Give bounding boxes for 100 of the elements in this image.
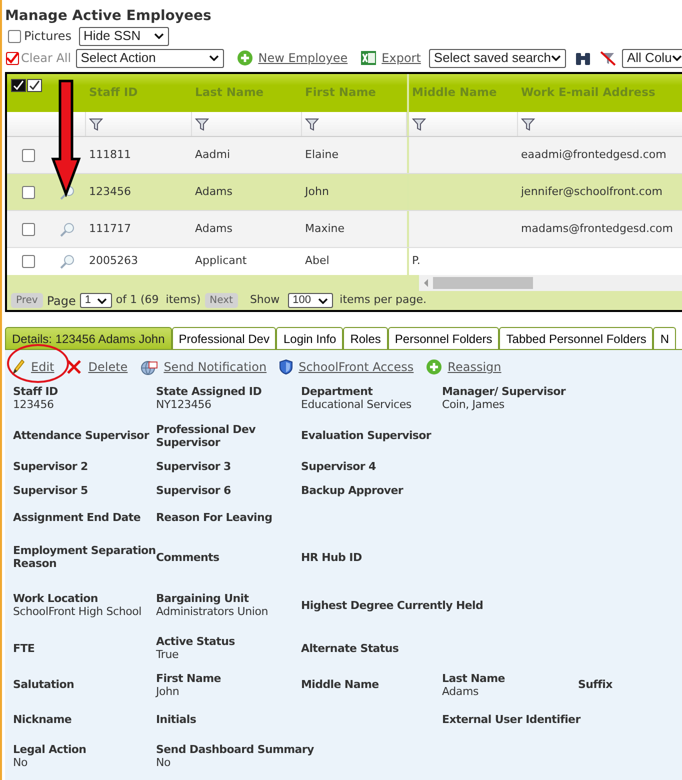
field-label: Employment Separation Reason (13, 544, 156, 570)
action-link[interactable]: Delete (66, 358, 128, 376)
field-label: Supervisor 4 (301, 460, 376, 472)
row-checkbox[interactable] (22, 255, 34, 268)
ssn-dropdown[interactable]: Hide SSN (78, 26, 169, 46)
tab[interactable]: Roles (343, 327, 388, 349)
table-cell-text: 2005263 (89, 253, 138, 270)
table-cell-text: Adams (195, 220, 233, 237)
page-title: Manage Active Employees (4, 7, 212, 26)
clear-all-checkbox[interactable] (6, 52, 19, 64)
plus-icon (426, 359, 442, 375)
action-link[interactable]: Edit (11, 358, 54, 376)
field-label: FTE (13, 642, 36, 654)
tab[interactable]: Login Info (276, 327, 344, 349)
grid-row[interactable]: 123456 Adams John jennifer@schoolfront.com (7, 174, 682, 211)
field-value: True (156, 648, 180, 661)
field-label: Reason For Leaving (156, 510, 272, 524)
grid-row[interactable]: 111811 Aadmi Elaine eaadmi@frontedgesd.com (7, 137, 682, 174)
table-cell-text: John (305, 184, 329, 200)
chevron-down-icon (154, 33, 164, 39)
toolbar-link[interactable]: New Employee (237, 49, 348, 67)
chevron-down-icon (551, 55, 561, 61)
filter-button[interactable] (521, 117, 535, 131)
field-label: Salutation (13, 678, 76, 691)
row-checkbox[interactable] (22, 222, 34, 236)
action-link[interactable]: Send Notification (140, 358, 267, 376)
chevron-down-icon (672, 55, 682, 61)
magnifier-icon (60, 222, 75, 236)
toolbar-link[interactable]: Export (360, 49, 421, 67)
table-cell-text: Elaine (305, 146, 339, 163)
pager-label: Page (46, 292, 76, 310)
magnifier-icon (60, 254, 75, 269)
field-label: Supervisor 3 (156, 460, 232, 472)
field-value: No (13, 756, 29, 768)
spreadsheet-icon (360, 50, 377, 66)
chevron-down-icon (96, 298, 107, 304)
tab[interactable]: N (653, 327, 676, 349)
filter-button[interactable] (305, 117, 319, 131)
field-label: Legal Action (13, 742, 88, 756)
x-icon (66, 359, 82, 375)
row-checkbox[interactable] (22, 148, 34, 162)
tab[interactable]: Tabbed Personnel Folders (499, 327, 654, 349)
table-cell-text: Aadmi (195, 146, 230, 163)
table-cell-text: 123456 (89, 184, 131, 200)
table-cell-text: Maxine (305, 220, 345, 237)
pager-text: items per page. (340, 292, 426, 308)
field-label: Supervisor 5 (13, 484, 89, 496)
row-checkbox[interactable] (22, 186, 34, 198)
filter-button[interactable] (89, 117, 103, 131)
table-cell-text: Applicant (195, 253, 247, 270)
field-label: Staff ID (13, 385, 59, 398)
tab[interactable]: Personnel Folders (388, 327, 500, 349)
table-cell-text: 111811 (89, 146, 131, 163)
field-label: Supervisor 2 (13, 460, 89, 472)
check-icon (6, 52, 19, 64)
action-link[interactable]: SchoolFront Access (278, 358, 414, 376)
filter-button[interactable] (412, 117, 426, 131)
table-cell-text: jennifer@schoolfront.com (521, 184, 662, 200)
grid-row[interactable]: 111717 Adams Maxine madams@frontedgesd.com (7, 211, 682, 248)
pencil-icon (11, 359, 25, 375)
table-cell-text: eaadmi@frontedgesd.com (521, 146, 666, 163)
saved-search-dropdown[interactable]: Select saved search (428, 48, 566, 68)
table-cell-text: Adams (195, 184, 233, 200)
horizontal-scrollbar[interactable] (417, 275, 682, 291)
field-value: NY123456 (156, 398, 212, 411)
tab[interactable]: Professional Dev (172, 327, 276, 349)
field-label: Alternate Status (301, 642, 399, 654)
field-label: Bargaining Unit (156, 592, 250, 605)
filter-icon (412, 117, 426, 131)
uncheck-all-icon (27, 79, 42, 92)
field-value: No (156, 756, 172, 768)
filter-icon (195, 117, 209, 131)
field-label: Send Dashboard Summary (156, 742, 314, 756)
field-label: Initials (156, 713, 198, 726)
check-all-icon (11, 79, 26, 92)
checkbox-label: Pictures (24, 28, 72, 45)
field-label: Work Location (13, 592, 99, 605)
columns-dropdown[interactable]: All Colu (622, 48, 682, 68)
pager-label: Show (250, 292, 280, 308)
field-label: Nickname (13, 713, 73, 726)
chevron-down-icon (209, 55, 220, 61)
action-link[interactable]: Reassign (426, 358, 502, 376)
action-dropdown[interactable]: Select Action (76, 48, 224, 68)
field-value: 123456 (13, 398, 55, 411)
tab[interactable]: Details: 123456 Adams John (5, 327, 172, 349)
page-dropdown[interactable]: 1 (80, 293, 112, 308)
field-label: Department (301, 385, 374, 398)
field-value: John (156, 684, 180, 698)
pictures-checkbox[interactable] (8, 30, 21, 42)
field-label: Professional Dev Supervisor (156, 422, 257, 448)
field-label: Last Name (442, 672, 506, 684)
scrollbar-thumb[interactable] (433, 277, 533, 289)
field-label: External User Identifier (442, 713, 580, 726)
annotation-circle (7, 344, 69, 383)
field-label: HR Hub ID (301, 550, 362, 564)
filter-button[interactable] (195, 117, 209, 131)
page-size-dropdown[interactable]: 100 (288, 293, 333, 308)
field-label: Comments (156, 550, 220, 564)
field-label: Evaluation Supervisor (301, 429, 432, 442)
filter-icon (89, 117, 103, 131)
